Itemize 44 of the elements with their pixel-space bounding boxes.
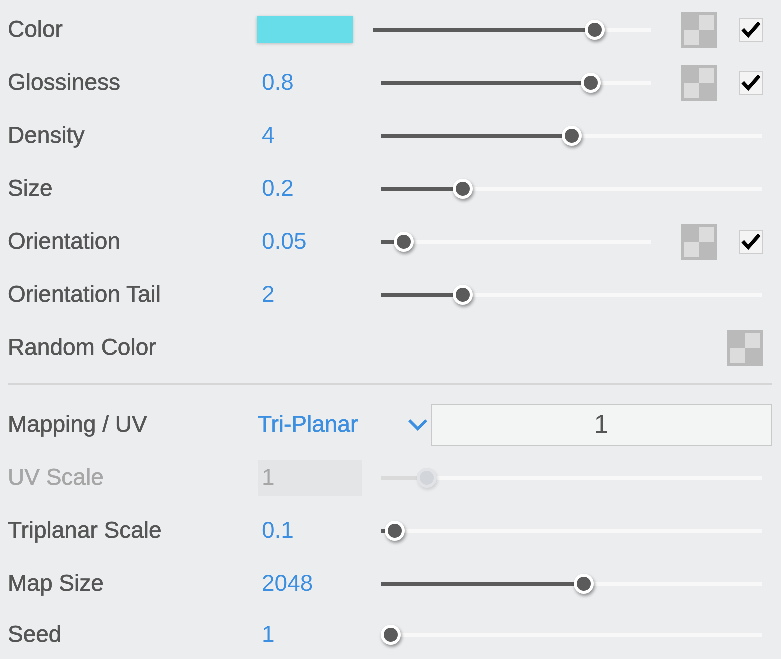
value-field[interactable]: 0.2 xyxy=(258,170,362,206)
checkerboard-icon[interactable] xyxy=(681,64,717,100)
field-label: Orientation Tail xyxy=(8,280,162,308)
slider-track[interactable] xyxy=(373,18,651,40)
value-field[interactable]: 4 xyxy=(258,118,362,154)
field-label: Orientation xyxy=(8,228,122,256)
slider-track[interactable] xyxy=(381,284,762,306)
slider-track[interactable] xyxy=(381,124,762,146)
value-field[interactable]: 0.1 xyxy=(258,512,362,548)
checkmark-icon xyxy=(741,74,761,91)
field-label: UV Scale xyxy=(8,464,105,492)
checkbox[interactable] xyxy=(739,230,763,254)
checkmark-icon xyxy=(741,21,761,38)
value-field[interactable]: 2 xyxy=(258,276,362,312)
slider-track[interactable] xyxy=(381,230,651,252)
value-field[interactable]: 2048 xyxy=(258,566,362,602)
slider-track[interactable] xyxy=(381,466,762,488)
checkbox[interactable] xyxy=(739,70,763,94)
checkerboard-icon[interactable] xyxy=(681,12,717,48)
field-label: Mapping / UV xyxy=(8,410,148,438)
mapping-dropdown[interactable]: Tri-Planar xyxy=(257,404,431,446)
slider-track[interactable] xyxy=(381,624,762,646)
field-label: Map Size xyxy=(8,570,105,598)
color-swatch[interactable] xyxy=(257,16,353,43)
field-label: Seed xyxy=(8,620,63,648)
slider-track[interactable] xyxy=(381,572,762,594)
number-field[interactable]: 1 xyxy=(431,404,772,446)
checkerboard-icon[interactable] xyxy=(681,224,717,260)
value-field[interactable]: 1 xyxy=(258,616,362,652)
field-label: Density xyxy=(8,122,86,150)
checkbox[interactable] xyxy=(739,18,763,42)
slider-track[interactable] xyxy=(381,72,651,94)
field-label: Glossiness xyxy=(8,68,122,96)
checkerboard-icon[interactable] xyxy=(727,330,763,366)
slider-track[interactable] xyxy=(381,520,762,542)
slider-track[interactable] xyxy=(381,178,762,200)
field-label: Size xyxy=(8,174,54,202)
field-label: Random Color xyxy=(8,334,158,362)
field-label: Triplanar Scale xyxy=(8,516,163,544)
value-field[interactable]: 0.05 xyxy=(258,224,362,260)
field-label: Color xyxy=(8,16,64,44)
chevron-down-icon xyxy=(408,418,428,430)
value-field[interactable]: 0.8 xyxy=(258,64,362,100)
checkmark-icon xyxy=(741,233,761,250)
